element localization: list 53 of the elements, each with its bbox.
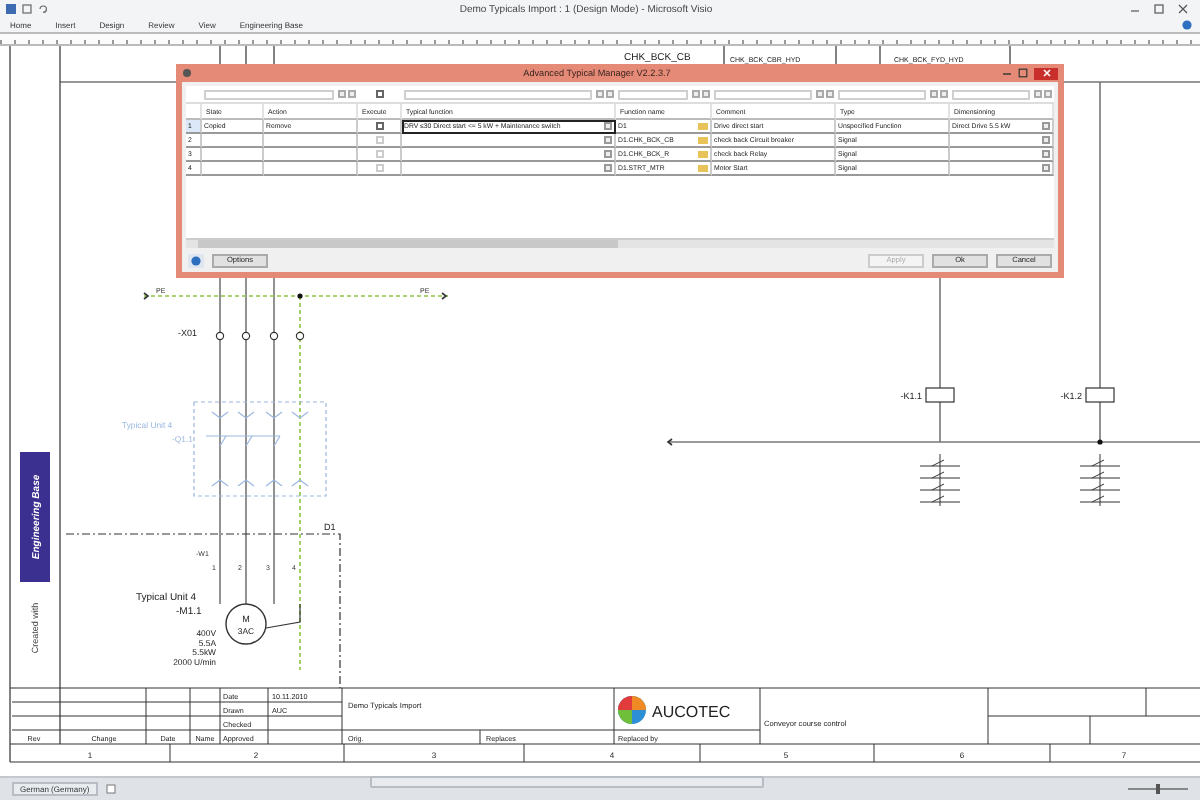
close-icon[interactable] (1178, 4, 1188, 15)
close-button[interactable] (1034, 67, 1058, 80)
filter-button[interactable] (1034, 90, 1042, 99)
filter-button[interactable] (338, 90, 346, 99)
app-icon (182, 68, 192, 79)
maximize-icon[interactable] (1018, 68, 1028, 79)
save-icon[interactable] (22, 4, 32, 15)
filter-button[interactable] (596, 90, 604, 99)
company-logo-icon (618, 696, 646, 725)
macro-icon[interactable] (105, 784, 116, 795)
help-icon[interactable] (188, 253, 204, 268)
undo-icon[interactable] (38, 4, 48, 15)
sort-button[interactable] (348, 90, 356, 99)
filter-field[interactable] (204, 89, 334, 100)
filter-button[interactable] (816, 90, 824, 99)
scrollbar-thumb[interactable] (370, 776, 764, 789)
relay-coil (1085, 387, 1115, 403)
empty-cell[interactable] (264, 148, 358, 163)
junction-dot (1097, 439, 1103, 445)
sort-button[interactable] (1044, 90, 1052, 99)
relay-coil (925, 387, 955, 403)
filter-checkbox[interactable] (375, 90, 383, 99)
contact-drawing (1079, 453, 1121, 507)
sort-button[interactable] (940, 90, 948, 99)
maximize-icon[interactable] (1154, 4, 1164, 15)
minimize-icon[interactable] (1130, 4, 1140, 15)
filter-field[interactable] (618, 89, 688, 100)
breaker-drawing (193, 401, 327, 497)
terminal-symbol (241, 332, 251, 341)
minimize-icon[interactable] (1002, 68, 1012, 79)
terminal-symbol (215, 332, 225, 341)
junction-dot (297, 293, 303, 299)
terminal-symbol (295, 332, 305, 341)
badge-background (20, 452, 50, 583)
help-icon[interactable] (1182, 20, 1192, 31)
app-logo-icon (6, 4, 16, 15)
filter-button[interactable] (692, 90, 700, 99)
motor-symbol (225, 603, 301, 645)
filter-field[interactable] (952, 89, 1030, 100)
close-icon (1041, 68, 1051, 79)
execute-checkbox[interactable] (376, 122, 384, 131)
filter-button[interactable] (930, 90, 938, 99)
company-name: AUCOTEC (652, 703, 731, 722)
filter-field[interactable] (404, 89, 592, 100)
sort-button[interactable] (702, 90, 710, 99)
terminal-symbol (269, 332, 279, 341)
scrollbar-thumb[interactable] (198, 240, 618, 249)
filter-field[interactable] (714, 89, 812, 100)
sort-button[interactable] (606, 90, 614, 99)
filter-field[interactable] (838, 89, 926, 100)
sort-button[interactable] (826, 90, 834, 99)
empty-cell[interactable] (264, 134, 358, 149)
contact-drawing (919, 453, 961, 507)
